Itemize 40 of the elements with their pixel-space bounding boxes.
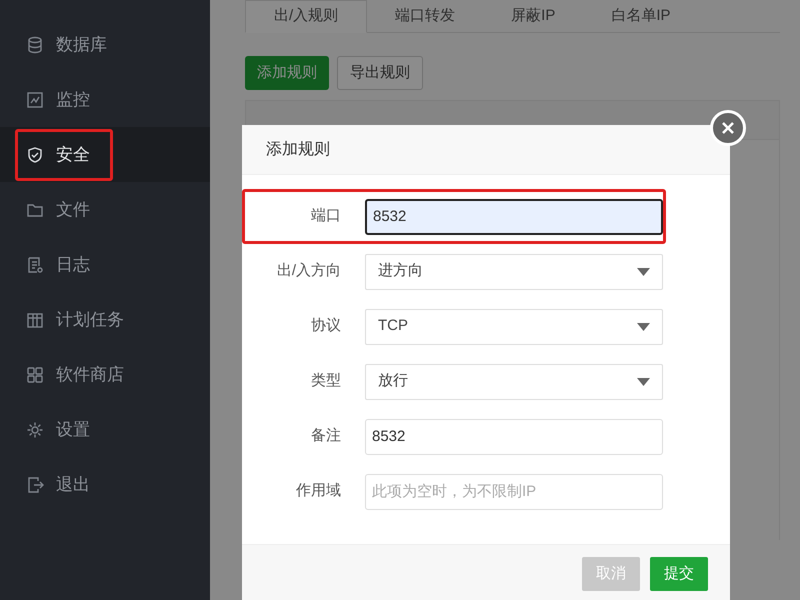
- sidebar-item[interactable]: 日志: [15, 238, 113, 290]
- exit-icon: [26, 476, 44, 494]
- dropdown-icon: [637, 322, 650, 331]
- input-field[interactable]: 8532: [365, 198, 663, 235]
- database-icon: [26, 36, 44, 54]
- tab[interactable]: 屏蔽IP: [483, 0, 584, 32]
- close-icon: [721, 121, 735, 135]
- input-field[interactable]: 8532: [365, 418, 663, 455]
- shield-icon: [26, 146, 44, 164]
- document-icon: [26, 256, 44, 274]
- sidebar-item[interactable]: 文件: [15, 184, 113, 236]
- tab[interactable]: 端口转发: [367, 0, 484, 32]
- tab[interactable]: 出/入规则: [245, 0, 368, 33]
- select-field[interactable]: 进方向: [365, 254, 663, 290]
- monitor-icon: [26, 90, 44, 108]
- dropdown-icon: [637, 268, 650, 276]
- sidebar-item[interactable]: 软件商店: [15, 348, 147, 400]
- dropdown-icon: [637, 378, 650, 386]
- field-label: 协议: [310, 316, 341, 336]
- dialog-title: 添加规则: [266, 140, 330, 160]
- submit-button[interactable]: 提交: [650, 557, 708, 592]
- select-field[interactable]: TCP: [365, 308, 663, 345]
- settings-icon: [26, 420, 44, 438]
- input-field[interactable]: 此项为空时，为不限制IP: [365, 474, 663, 510]
- export-button[interactable]: 导出规则: [337, 56, 423, 90]
- select-field[interactable]: 放行: [365, 364, 663, 400]
- field-label: 备注: [310, 426, 341, 446]
- sidebar-item[interactable]: 监控: [15, 74, 113, 126]
- field-label: 作用域: [295, 481, 341, 502]
- field-label: 出/入方向: [276, 261, 341, 282]
- field-label: 端口: [310, 206, 341, 226]
- sidebar-item[interactable]: 计划任务: [15, 294, 147, 346]
- sidebar-item[interactable]: 安全: [15, 128, 113, 180]
- sidebar-item[interactable]: 退出: [15, 458, 113, 510]
- tab[interactable]: 白名单IP: [583, 0, 699, 32]
- sidebar-item[interactable]: 设置: [15, 404, 113, 456]
- calendar-icon: [26, 310, 44, 328]
- sidebar-item[interactable]: 数据库: [15, 18, 130, 70]
- grid-icon: [26, 366, 44, 384]
- field-label: 类型: [310, 371, 341, 392]
